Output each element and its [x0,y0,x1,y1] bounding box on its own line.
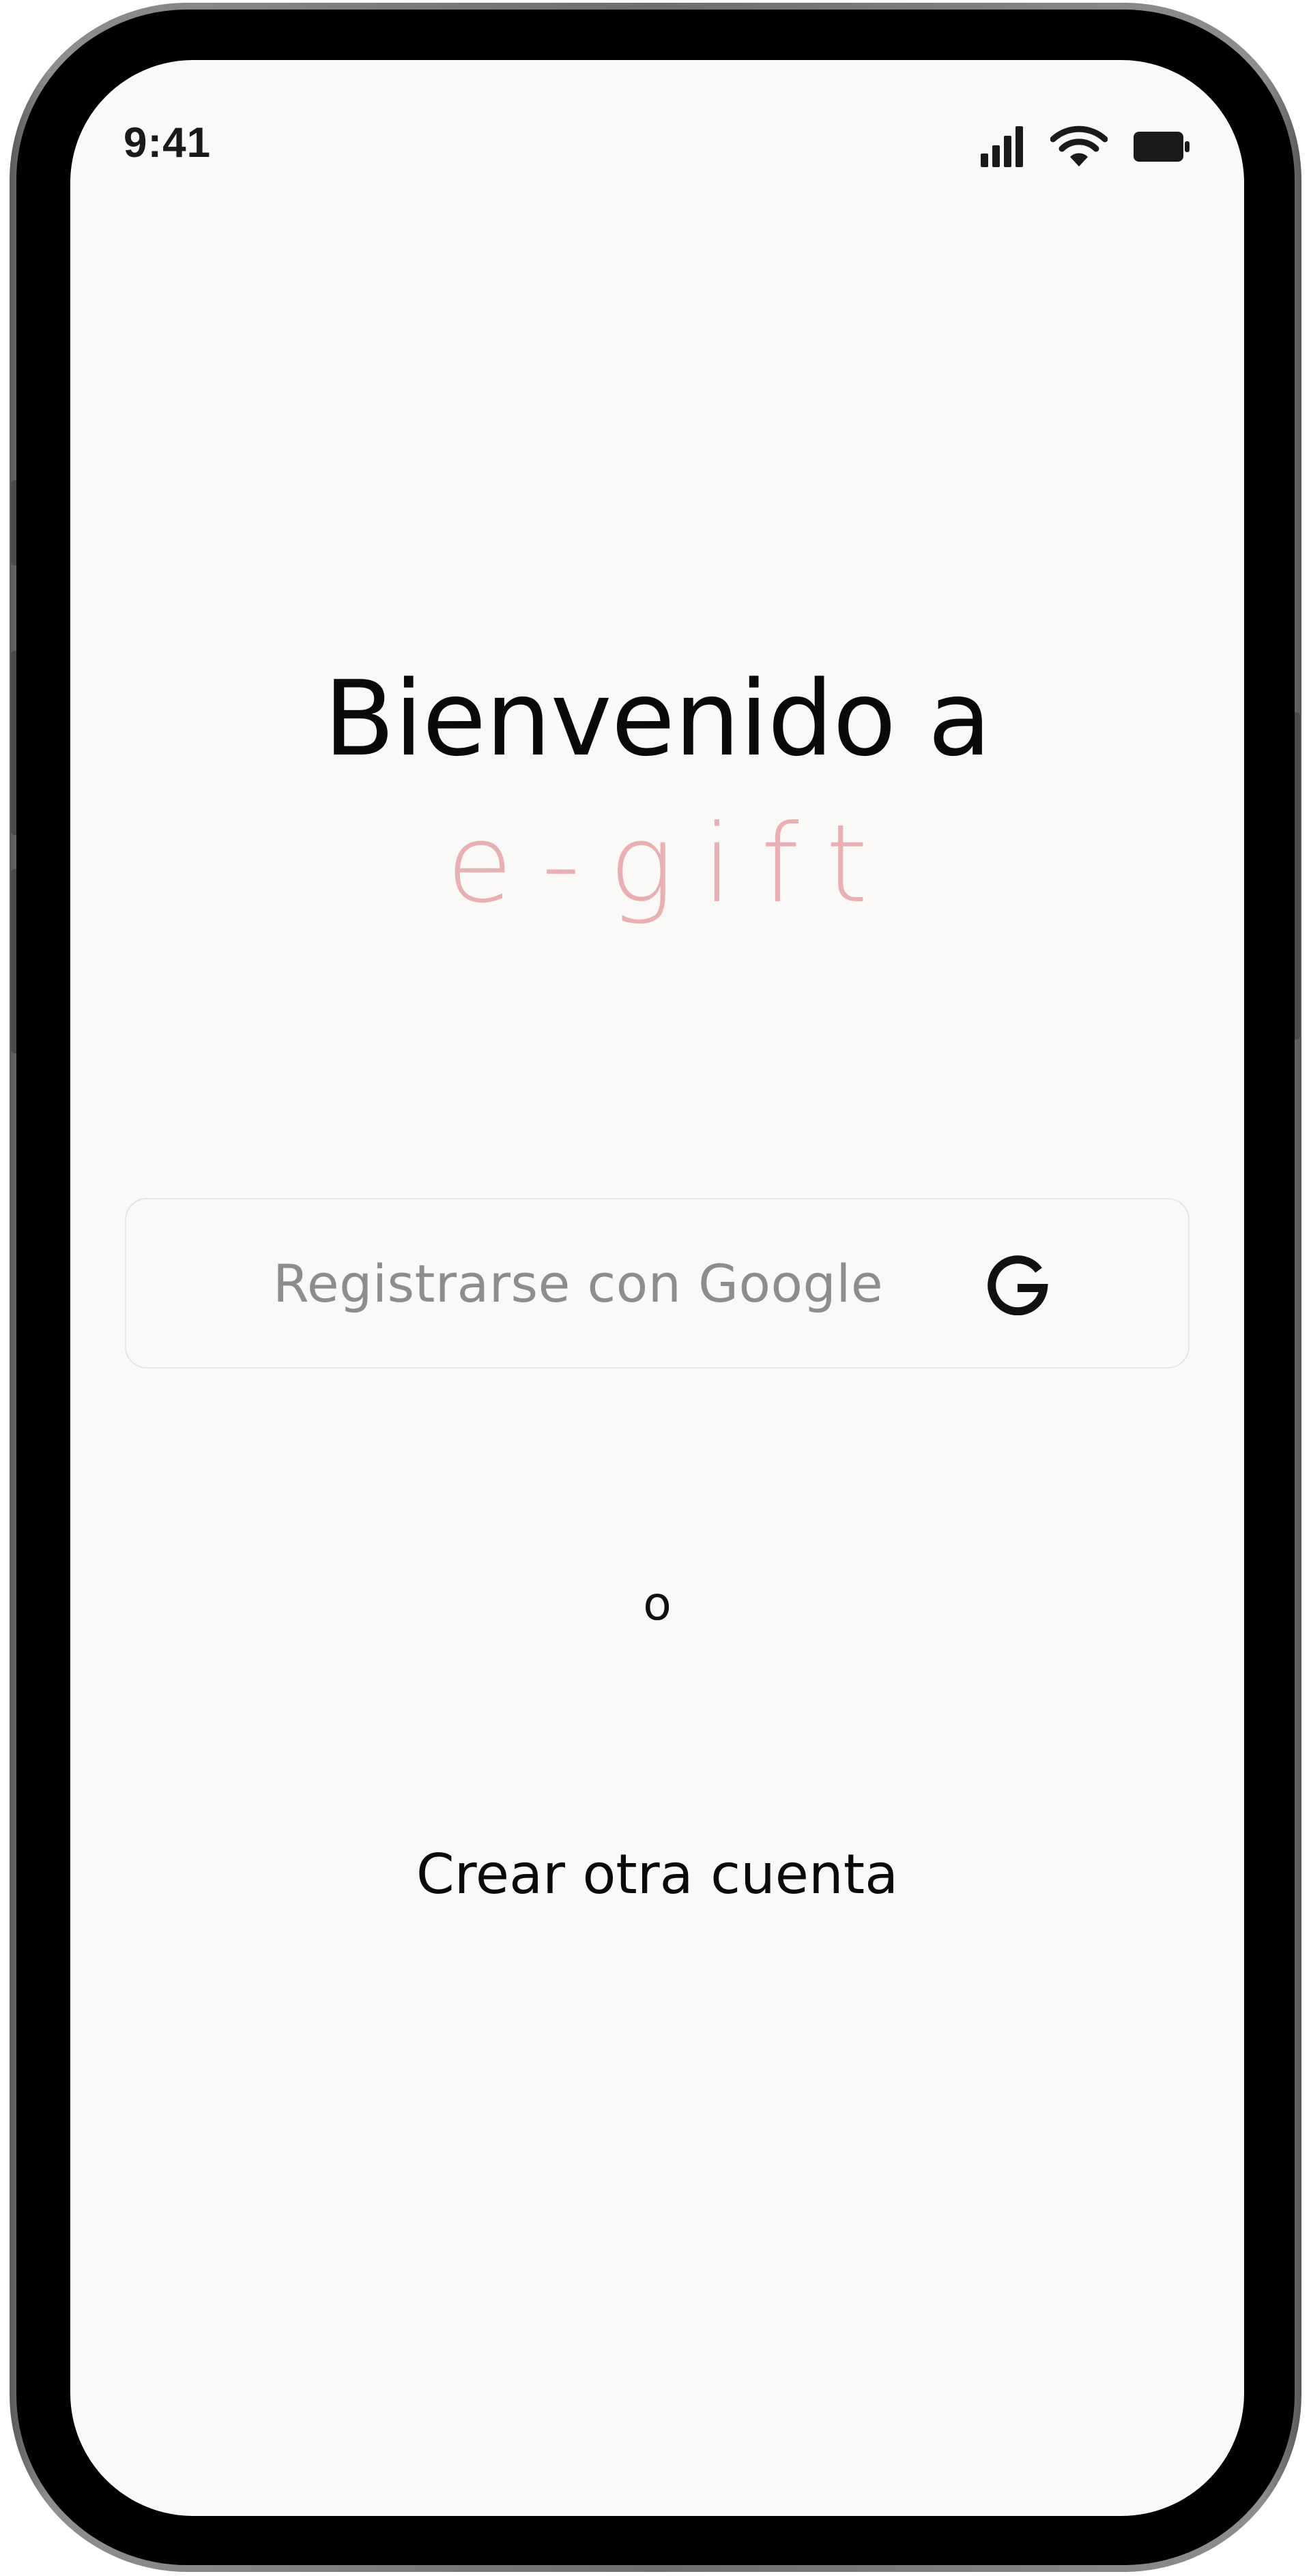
cellular-signal-icon [981,126,1024,167]
wifi-icon [1050,126,1108,168]
create-account-link[interactable]: Crear otra cuenta [70,1847,1244,1902]
brand-name: e-gift [446,802,897,927]
google-g-icon [987,1254,1048,1316]
google-signup-button[interactable]: Registrarse con Google [125,1198,1190,1368]
status-time: 9:41 [124,119,212,166]
or-divider: o [643,1577,672,1631]
status-bar: 9:41 [70,60,1244,196]
google-signup-label: Registrarse con Google [273,1253,884,1314]
battery-icon [1134,132,1190,162]
welcome-title: Bienvenido a [323,658,991,779]
status-icons [981,126,1190,168]
app-screen: 9:41 Bienvenido a e-gift Registrarse con… [70,60,1244,2516]
